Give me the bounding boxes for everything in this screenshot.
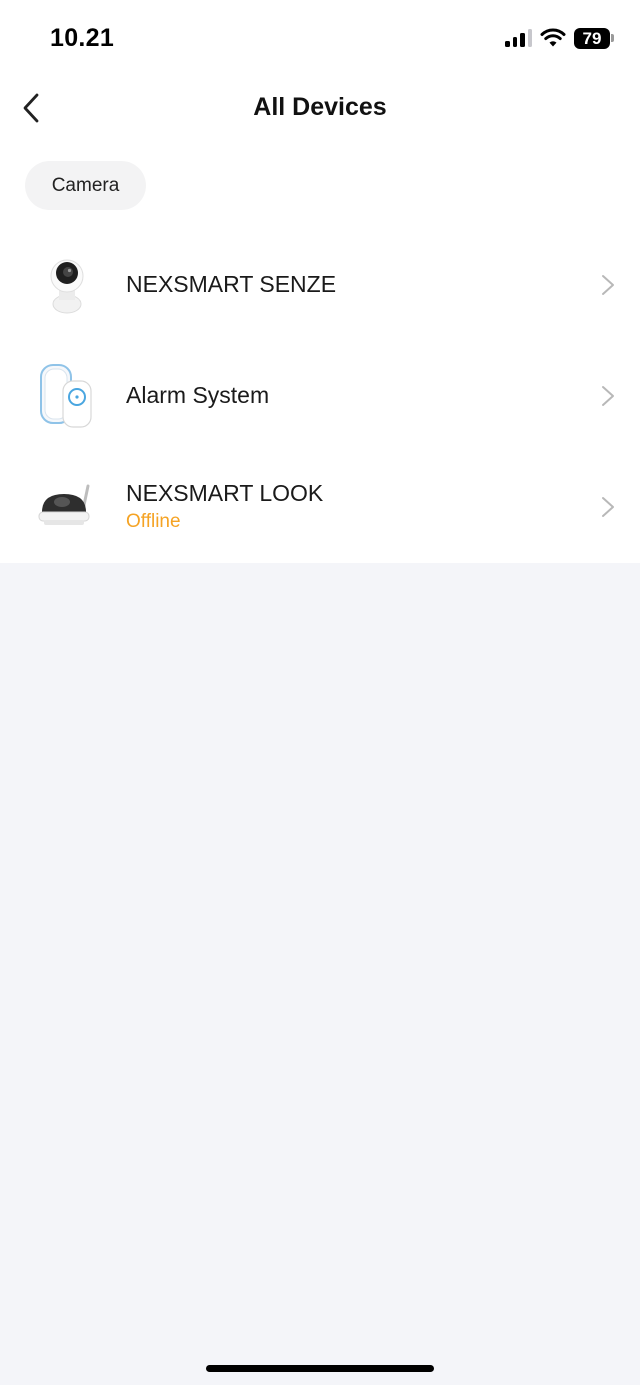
chevron-right-icon bbox=[602, 497, 614, 517]
dome-camera-image bbox=[34, 472, 100, 542]
chevron-right-icon bbox=[602, 386, 614, 406]
category-chip-camera[interactable]: Camera bbox=[25, 161, 146, 210]
device-list: NEXSMART SENZE Alarm System NEXSMART LOO… bbox=[0, 230, 640, 563]
all-devices-screen: 10.21 79 All Devices Camera NEXSMART SEN… bbox=[0, 0, 640, 1385]
device-row[interactable]: NEXSMART SENZE bbox=[0, 230, 640, 341]
device-row[interactable]: NEXSMART LOOK Offline bbox=[0, 452, 640, 563]
status-icons: 79 bbox=[505, 26, 614, 50]
battery-level: 79 bbox=[574, 27, 610, 49]
device-name: NEXSMART LOOK bbox=[126, 480, 324, 506]
wifi-icon bbox=[540, 28, 566, 48]
status-time: 10.21 bbox=[50, 24, 115, 52]
indoor-camera-image bbox=[34, 250, 100, 320]
content-panel: 10.21 79 All Devices Camera NEXSMART SEN… bbox=[0, 0, 640, 563]
chevron-right-icon bbox=[602, 275, 614, 295]
device-status-offline: Offline bbox=[126, 511, 181, 532]
device-name: Alarm System bbox=[126, 382, 270, 408]
device-name: NEXSMART SENZE bbox=[126, 271, 337, 297]
battery-icon: 79 bbox=[574, 27, 614, 49]
device-row[interactable]: Alarm System bbox=[0, 341, 640, 452]
alarm-system-image bbox=[34, 361, 100, 431]
home-indicator[interactable] bbox=[206, 1365, 434, 1372]
page-title: All Devices bbox=[253, 93, 387, 121]
cellular-signal-icon bbox=[505, 29, 532, 47]
